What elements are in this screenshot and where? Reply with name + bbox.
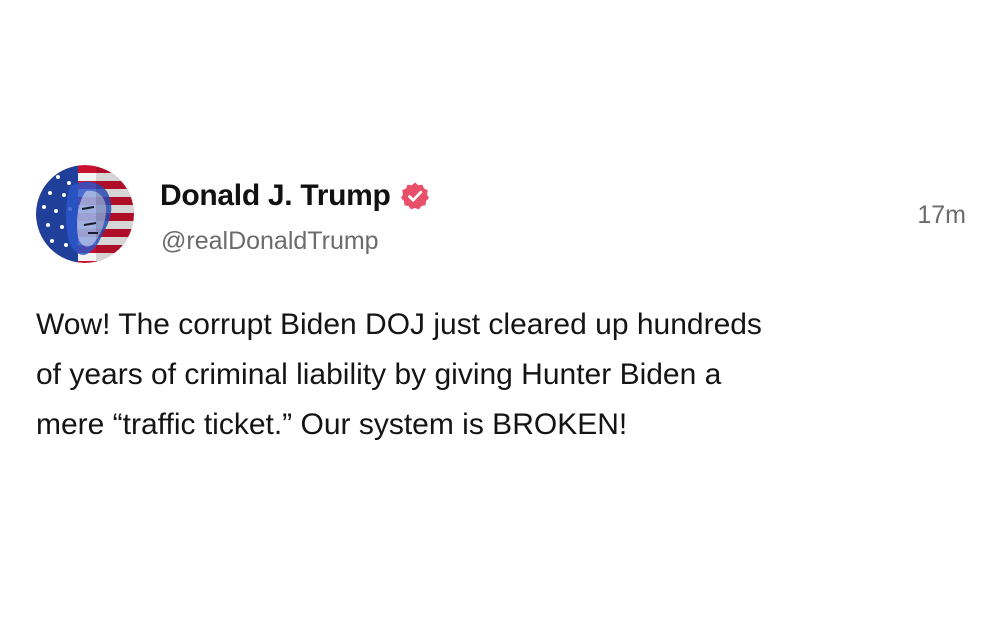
post-body: Wow! The corrupt Biden DOJ just cleared … [36,300,976,450]
author-display-name[interactable]: Donald J. Trump [160,179,391,213]
author-handle[interactable]: @realDonaldTrump [161,227,379,256]
author-avatar[interactable] [36,165,134,263]
post-card: Donald J. Trump @realDonaldTrump 17m Wow… [0,0,1004,632]
flag-portrait-avatar-icon [36,165,134,263]
post-timestamp[interactable]: 17m [917,201,966,230]
post-body-line: mere “traffic ticket.” Our system is BRO… [36,408,628,441]
post-body-line: of years of criminal liability by giving… [36,358,722,391]
author-name-row: Donald J. Trump [160,176,430,216]
post-body-line: Wow! The corrupt Biden DOJ just cleared … [36,308,762,341]
verified-badge-icon [400,181,430,211]
